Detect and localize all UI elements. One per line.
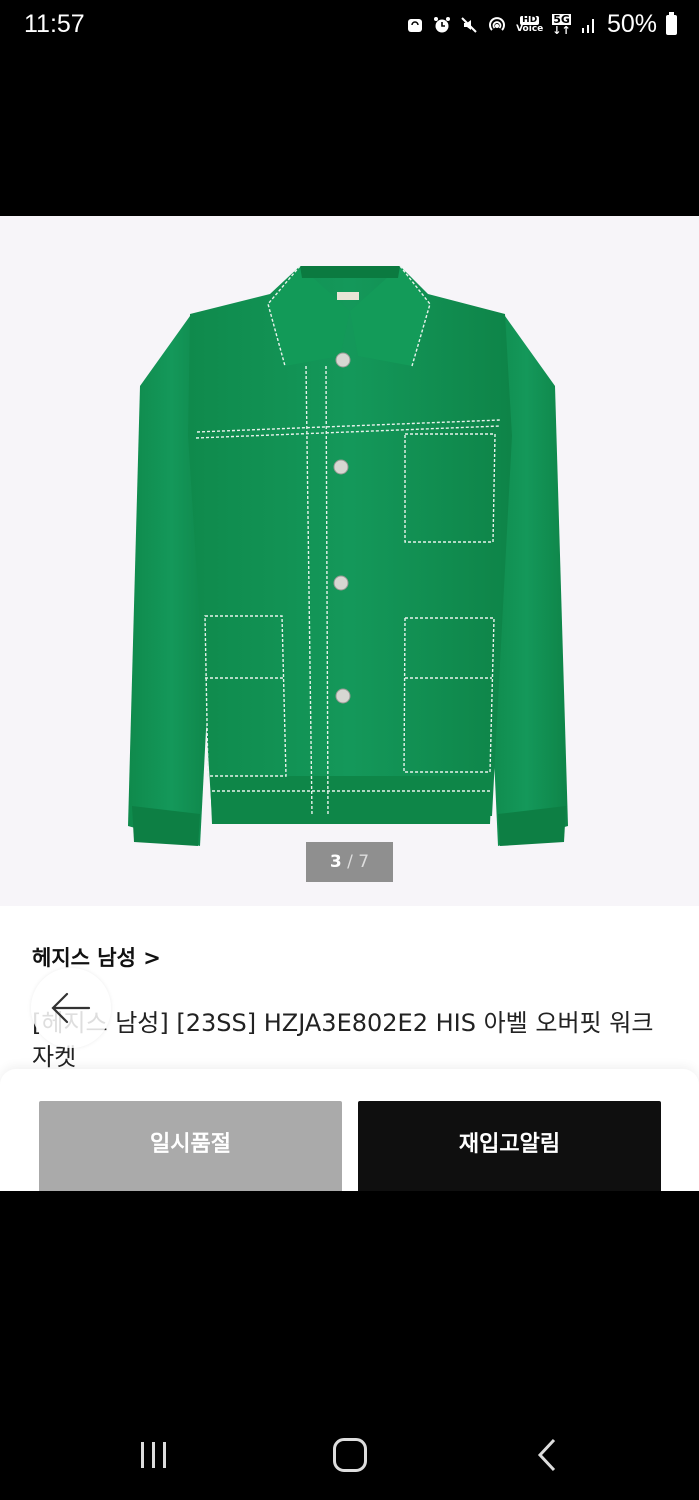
status-icons: HD Voice 5G ↓↑ 50% [406,10,677,39]
hd-voice-icon: HD Voice [516,14,544,34]
signal-icon [581,18,594,33]
image-counter-current: 3 [329,852,342,872]
battery-percent: 50% [606,10,657,38]
mute-icon [461,16,477,33]
status-bar: 11:57 HD Voice 5G ↓↑ 50% [0,0,699,52]
product-title: [헤지스 남성] [23SS] HZJA3E802E2 HIS 아벨 오버핏 워… [32,1009,654,1071]
restock-alert-button[interactable]: 재입고알림 [358,1101,661,1191]
image-counter: 3 / 7 [306,842,393,882]
hotspot-icon [489,16,505,31]
5g-icon: 5G ↓↑ [552,12,571,37]
recents-icon[interactable] [138,1440,170,1470]
home-icon[interactable] [333,1438,367,1472]
alarm-icon [434,16,451,32]
back-arrow-icon [51,992,91,1024]
image-counter-total: 7 [358,852,370,872]
bottom-action-bar: 일시품절 재입고알림 [0,1069,699,1191]
back-chevron-icon[interactable] [536,1438,558,1472]
status-time: 11:57 [24,10,85,38]
product-image-carousel[interactable]: 3 / 7 [0,216,699,906]
system-nav-bar [0,1400,699,1500]
product-detail-page: 3 / 7 헤지스 남성 > [헤지스 남성] [23SS] HZJA3E802… [0,216,699,1191]
soldout-button[interactable]: 일시품절 [39,1101,342,1191]
green-jacket-image [128,265,568,846]
back-button[interactable] [31,968,111,1048]
battery-icon [666,11,677,35]
sync-icon [408,18,423,32]
image-counter-sep: / [341,852,359,872]
